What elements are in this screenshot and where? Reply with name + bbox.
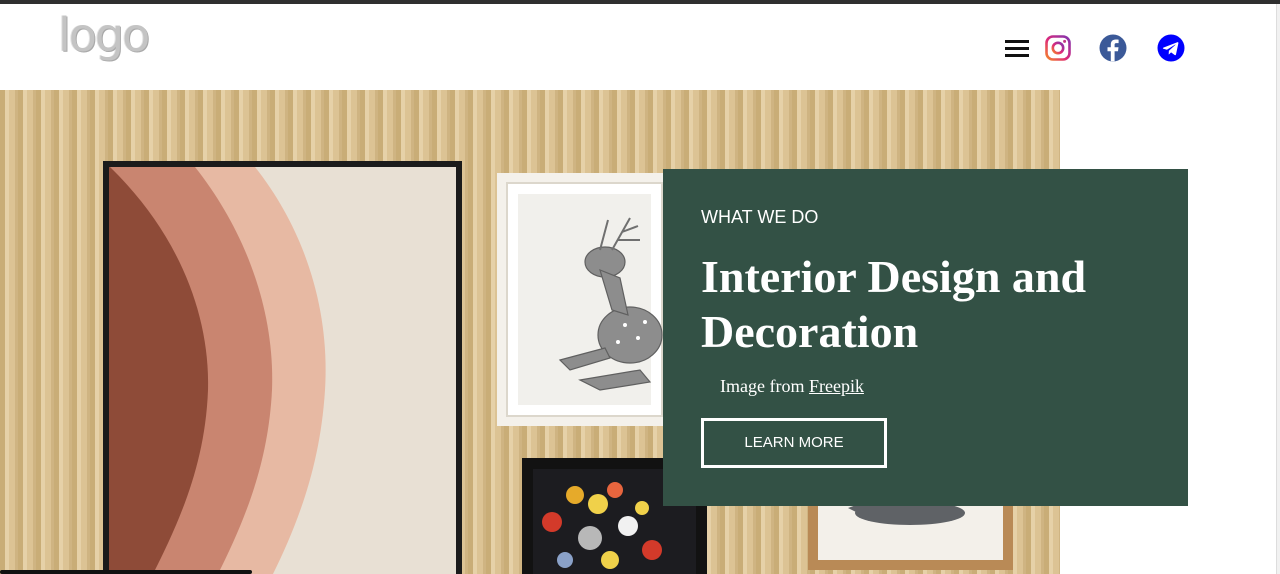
menu-line [1005, 47, 1029, 50]
learn-more-button[interactable]: LEARN MORE [701, 418, 887, 468]
freepik-link[interactable]: Freepik [809, 376, 864, 396]
menu-line [1005, 40, 1029, 43]
card-title: Interior Design and Decoration [701, 251, 1087, 357]
image-credit: Image from Freepik [720, 376, 864, 397]
menu-line [1005, 54, 1029, 57]
bottom-edge-bar [0, 570, 252, 574]
facebook-icon[interactable] [1099, 34, 1127, 62]
what-we-do-card: WHAT WE DO Interior Design and Decoratio… [663, 169, 1188, 506]
window-right-edge [1276, 4, 1280, 574]
logo[interactable]: logo [58, 12, 150, 58]
telegram-icon[interactable] [1157, 34, 1185, 62]
instagram-icon[interactable] [1044, 34, 1072, 62]
card-eyebrow: WHAT WE DO [701, 207, 819, 227]
image-credit-prefix: Image from [720, 376, 809, 396]
site-header: logo [0, 4, 1276, 90]
hamburger-menu-icon[interactable] [1005, 38, 1031, 60]
